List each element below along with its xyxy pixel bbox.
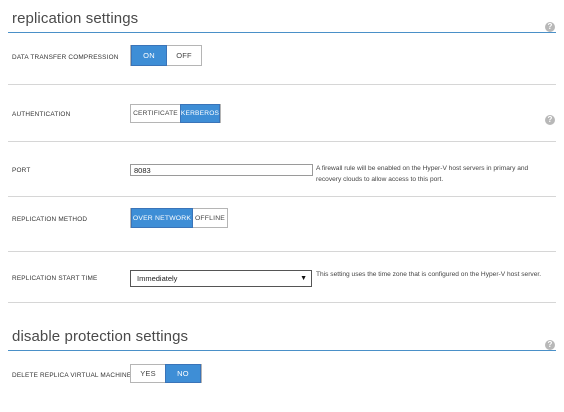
no-button[interactable]: NO xyxy=(165,364,201,383)
replication-method-toggle: OVER NETWORK OFFLINE xyxy=(130,208,228,228)
yes-button[interactable]: YES xyxy=(131,365,165,382)
compression-toggle: ON OFF xyxy=(130,45,202,66)
row-separator xyxy=(8,251,556,252)
start-time-label: REPLICATION START TIME xyxy=(12,275,98,282)
over-network-button[interactable]: OVER NETWORK xyxy=(131,208,193,228)
compression-on-button[interactable]: ON xyxy=(131,45,167,66)
replication-method-label: REPLICATION METHOD xyxy=(12,216,88,223)
row-separator xyxy=(8,302,556,303)
start-time-select[interactable]: Immediately ▼ xyxy=(130,270,312,287)
compression-label: DATA TRANSFER COMPRESSION xyxy=(12,54,119,61)
authentication-label: AUTHENTICATION xyxy=(12,111,71,118)
row-separator xyxy=(8,141,556,142)
question-icon[interactable]: ? xyxy=(545,22,555,32)
start-time-note: This setting uses the time zone that is … xyxy=(316,271,542,278)
start-time-value: Immediately xyxy=(137,274,178,283)
port-label: PORT xyxy=(12,167,31,174)
dropdown-caret-icon: ▼ xyxy=(300,275,307,282)
authentication-toggle: CERTIFICATE KERBEROS xyxy=(130,104,221,123)
certificate-button[interactable]: CERTIFICATE xyxy=(131,105,180,122)
question-icon[interactable]: ? xyxy=(545,115,555,125)
offline-button[interactable]: OFFLINE xyxy=(193,209,227,227)
section-divider xyxy=(8,350,556,351)
delete-replica-label: DELETE REPLICA VIRTUAL MACHINE xyxy=(12,372,132,379)
kerberos-button[interactable]: KERBEROS xyxy=(180,104,220,123)
delete-replica-toggle: YES NO xyxy=(130,364,202,383)
row-separator xyxy=(8,196,556,197)
port-note: A firewall rule will be enabled on the H… xyxy=(316,165,529,183)
row-separator xyxy=(8,84,556,85)
replication-settings-title: replication settings xyxy=(12,10,139,27)
question-icon[interactable]: ? xyxy=(545,340,555,350)
port-input[interactable] xyxy=(130,164,313,176)
section-divider xyxy=(8,32,556,33)
compression-off-button[interactable]: OFF xyxy=(167,46,201,65)
disable-protection-title: disable protection settings xyxy=(12,328,189,345)
